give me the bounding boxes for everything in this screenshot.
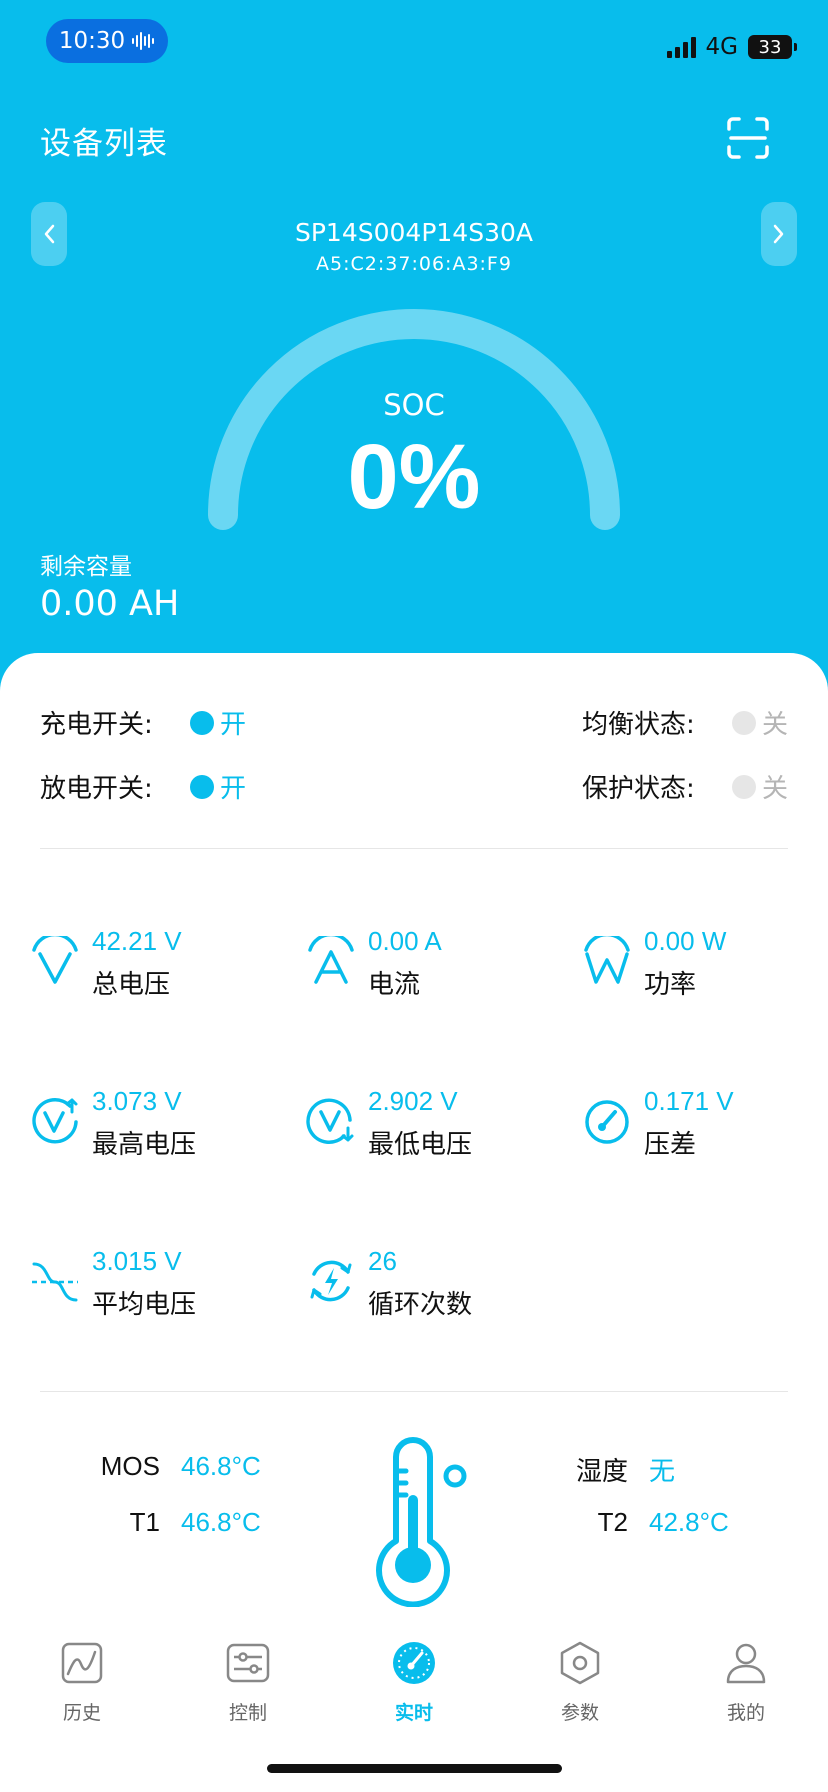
tab-label: 我的 [726,1702,765,1724]
status-dot-icon [732,774,756,799]
avg-wave-icon [32,1262,78,1302]
metric-power: 0.00 W 功率 [582,926,822,1006]
detail-card [0,653,828,1792]
page-title[interactable]: 设备列表 [40,118,168,163]
capacity-value: 0.00 AH [40,584,180,624]
time-pill: 10:30 [46,19,168,63]
t2-temp-label: T2 [597,1507,628,1537]
max-voltage-icon [32,1098,78,1144]
metric-label: 最低电压 [368,1130,473,1160]
current-icon [308,936,354,984]
signal-icon [666,36,696,58]
metric-value: 2.902 V [368,1086,458,1116]
bottom-nav: 历史 控制 实时 参数 我的 [0,1625,828,1735]
balance-status: 关 [732,704,788,741]
header-panel: 10:30 4G 33 设备列表 SP14S004P14S30A A5:C2:3… [0,0,828,700]
metric-min-voltage: 2.902 V 最低电压 [306,1086,546,1166]
metric-label: 总电压 [92,970,171,1000]
metric-value: 0.00 A [368,926,442,956]
mos-temp-value: 46.8°C [181,1451,261,1481]
metric-value: 26 [368,1246,397,1276]
min-voltage-icon [306,1098,354,1144]
status-dot-icon [190,710,214,735]
balance-status-label: 均衡状态: [582,710,695,740]
soc-value: 0% [347,426,481,528]
metric-label: 循环次数 [368,1290,473,1320]
device-name: SP14S004P14S30A [294,218,533,247]
user-icon [726,1643,766,1684]
control-sliders-icon [226,1643,270,1683]
divider [40,848,788,849]
discharge-switch-label: 放电开关: [40,774,153,804]
protect-status: 关 [732,768,788,805]
tab-label: 实时 [394,1702,433,1724]
metric-value: 42.21 V [92,926,182,956]
t2-temp-value: 42.8°C [649,1507,729,1537]
tab-label: 参数 [560,1702,599,1724]
metric-voltage-diff: 0.171 V 压差 [582,1086,822,1166]
status-indicators: 4G 33 [666,34,797,60]
metric-label: 平均电压 [92,1290,197,1320]
metric-label: 功率 [644,970,697,1000]
t1-temp-value: 46.8°C [181,1507,261,1537]
capacity-label: 剩余容量 [40,554,132,580]
tab-realtime[interactable]: 实时 [354,1640,474,1725]
charge-switch-label: 充电开关: [40,710,153,740]
status-time: 10:30 [58,28,126,54]
params-hexagon-icon [560,1641,600,1685]
balance-status-state: 关 [762,710,789,740]
metric-cycles: 26 循环次数 [306,1246,546,1326]
cycle-lightning-icon [310,1260,352,1302]
divider [40,1391,788,1392]
thermometer-icon [376,1437,467,1607]
metric-value: 0.00 W [644,926,727,956]
mos-temp-label: MOS [100,1451,160,1481]
humidity-value: 无 [649,1456,676,1486]
metric-max-voltage: 3.073 V 最高电压 [30,1086,270,1166]
realtime-gauge-icon [393,1642,435,1684]
metric-label: 最高电压 [92,1130,197,1160]
metric-value: 3.073 V [92,1086,182,1116]
power-icon [584,936,630,984]
tab-params[interactable]: 参数 [520,1640,640,1725]
network-type: 4G [705,34,738,60]
metric-label: 电流 [368,970,421,1000]
tab-label: 控制 [228,1702,267,1724]
home-indicator[interactable] [267,1764,562,1773]
protect-status-state: 关 [762,774,789,804]
t1-temp-label: T1 [129,1507,160,1537]
tab-label: 历史 [62,1702,101,1724]
metric-current: 0.00 A 电流 [306,926,546,1006]
discharge-switch-state: 开 [220,774,247,804]
soc-label: SOC [383,388,445,422]
history-chart-icon [61,1642,103,1684]
battery-icon: 33 [748,35,797,59]
charge-switch-state: 开 [220,710,247,740]
voltage-icon [32,936,78,984]
metric-total-voltage: 42.21 V 总电压 [30,926,270,1006]
charge-switch[interactable]: 开 [190,704,246,741]
gauge-icon [585,1100,629,1144]
metric-value: 0.171 V [644,1086,734,1116]
metric-value: 3.015 V [92,1246,182,1276]
status-dot-icon [190,774,214,799]
protect-status-label: 保护状态: [582,774,695,804]
device-mac: A5:C2:37:06:A3:F9 [316,253,512,275]
tab-mine[interactable]: 我的 [686,1640,806,1725]
humidity-label: 湿度 [575,1456,628,1486]
scan-icon[interactable] [727,117,769,159]
metric-avg-voltage: 3.015 V 平均电压 [30,1246,270,1326]
tab-control[interactable]: 控制 [188,1640,308,1725]
audio-wave-icon [132,32,155,50]
metric-label: 压差 [644,1130,697,1160]
discharge-switch[interactable]: 开 [190,768,246,805]
tab-history[interactable]: 历史 [22,1640,142,1725]
battery-level: 33 [758,36,782,58]
status-dot-icon [732,710,756,735]
